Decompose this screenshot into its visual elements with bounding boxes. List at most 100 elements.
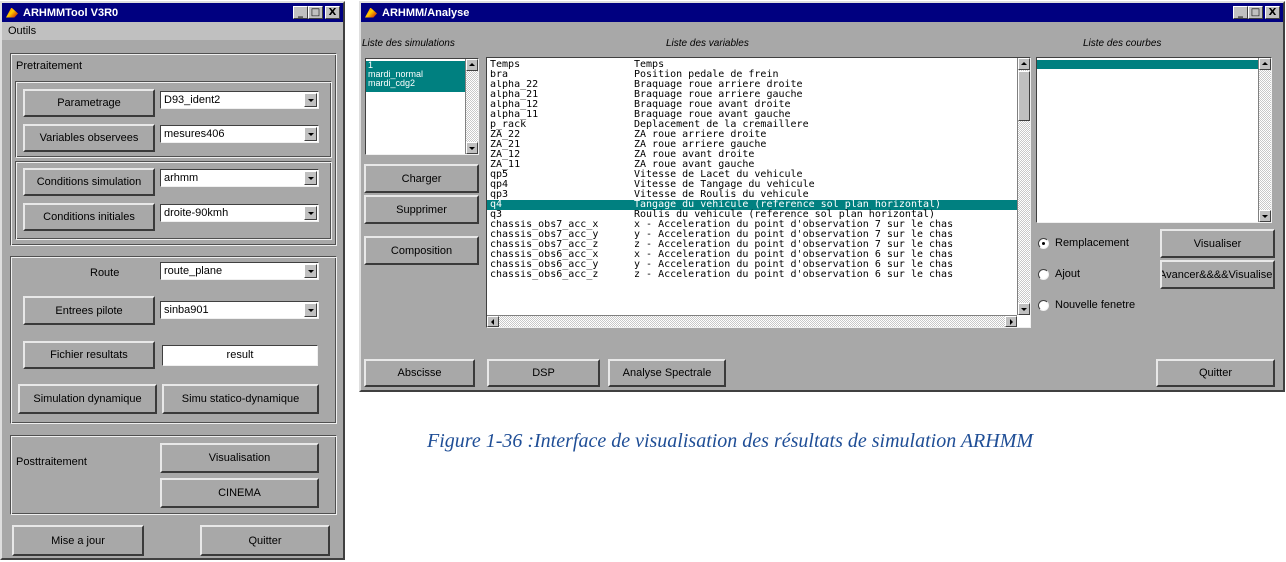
radio-checked-icon[interactable] <box>1038 237 1049 249</box>
close-button[interactable]: X <box>325 6 340 19</box>
mode-remplacement-label: Remplacement <box>1055 237 1129 249</box>
maximize-button[interactable]: □ <box>1248 6 1263 19</box>
list-item-padding <box>366 88 465 92</box>
quitter-button[interactable]: Quitter <box>200 525 330 556</box>
scroll-down-icon[interactable] <box>466 142 478 154</box>
variable-name: ZA_22 <box>490 130 521 140</box>
simu-statico-dynamique-button[interactable]: Simu statico-dynamique <box>162 384 319 414</box>
menu-outils[interactable]: Outils <box>8 25 36 37</box>
radio-unchecked-icon[interactable] <box>1038 268 1049 280</box>
variables-vscrollbar[interactable] <box>1017 58 1030 315</box>
courbes-listbox[interactable] <box>1036 57 1272 223</box>
route-select[interactable]: route_plane <box>160 262 319 280</box>
mise-a-jour-button[interactable]: Mise a jour <box>12 525 144 556</box>
chevron-down-icon[interactable] <box>304 171 317 185</box>
scroll-right-icon[interactable] <box>1005 316 1017 327</box>
courbes-selected-item[interactable] <box>1037 60 1258 69</box>
conditions-initiales-button[interactable]: Conditions initiales <box>23 203 155 231</box>
right-window-title: ARHMM/Analyse <box>382 6 470 19</box>
visualisation-button[interactable]: Visualisation <box>160 443 319 473</box>
simulations-listbox[interactable]: 1 mardi_normal mardi_cdg2 <box>365 58 479 155</box>
arhmmtool-window: ARHMMTool V3R0 _ □ X Outils Pretraitemen… <box>0 1 345 560</box>
right-title-bar[interactable]: ARHMM/Analyse _ □ X <box>361 3 1283 22</box>
variables-observees-value: mesures406 <box>164 128 225 140</box>
mode-ajout[interactable]: Ajout <box>1038 268 1080 280</box>
variable-name: q3 <box>490 210 503 220</box>
composition-button[interactable]: Composition <box>364 236 479 265</box>
scroll-thumb[interactable] <box>1018 71 1030 121</box>
menu-bar: Outils <box>2 22 343 40</box>
variable-name: ZA_21 <box>490 140 521 150</box>
variable-name: chassis_obs6_acc_z <box>490 270 599 280</box>
cinema-button[interactable]: CINEMA <box>160 478 319 508</box>
scroll-left-icon[interactable] <box>487 316 499 327</box>
variables-header: Liste des variables <box>666 38 749 49</box>
chevron-down-icon[interactable] <box>304 264 317 278</box>
chevron-down-icon[interactable] <box>304 127 317 141</box>
quitter-analyse-button[interactable]: Quitter <box>1156 359 1275 387</box>
list-item[interactable]: mardi_cdg2 <box>366 79 465 88</box>
mode-nouvelle-fenetre[interactable]: Nouvelle fenetre <box>1038 299 1135 311</box>
visualiser-button[interactable]: Visualiser <box>1160 229 1275 258</box>
scroll-down-icon[interactable] <box>1018 303 1030 315</box>
supprimer-button[interactable]: Supprimer <box>364 195 479 224</box>
maximize-button[interactable]: □ <box>308 6 323 19</box>
courbes-header: Liste des courbes <box>1083 38 1162 49</box>
variable-row[interactable]: chassis_obs6_acc_z z - Acceleration du po… <box>487 270 1017 280</box>
conditions-simulation-value: arhmm <box>164 172 199 184</box>
conditions-simulation-select[interactable]: arhmm <box>160 169 319 187</box>
route-value: route_plane <box>164 265 223 277</box>
simulation-dynamique-button[interactable]: Simulation dynamique <box>18 384 157 414</box>
radio-unchecked-icon[interactable] <box>1038 299 1049 311</box>
conditions-simulation-button[interactable]: Conditions simulation <box>23 168 155 196</box>
variable-name: alpha_22 <box>490 80 539 90</box>
chevron-down-icon[interactable] <box>304 303 317 317</box>
entrees-pilote-select[interactable]: sinba901 <box>160 301 319 319</box>
left-title-bar[interactable]: ARHMMTool V3R0 _ □ X <box>2 3 343 22</box>
chevron-down-icon[interactable] <box>304 93 317 107</box>
avancer-visualiser-button[interactable]: Avancer&&&&Visualiser <box>1160 260 1275 289</box>
scroll-down-icon[interactable] <box>1259 210 1271 222</box>
variables-hscrollbar[interactable] <box>487 315 1017 327</box>
minimize-button[interactable]: _ <box>293 6 308 19</box>
dsp-button[interactable]: DSP <box>487 359 600 387</box>
courbes-scrollbar[interactable] <box>1258 58 1271 222</box>
variable-name: qp3 <box>490 190 509 200</box>
variable-name: chassis_obs6_acc_x <box>490 250 599 260</box>
left-window-title: ARHMMTool V3R0 <box>23 6 119 19</box>
variable-name: alpha_21 <box>490 90 539 100</box>
charger-button[interactable]: Charger <box>364 164 479 193</box>
scroll-up-icon[interactable] <box>1259 58 1271 70</box>
variable-name: qp5 <box>490 170 509 180</box>
parametrage-select[interactable]: D93_ident2 <box>160 91 319 109</box>
close-button[interactable]: X <box>1265 6 1280 19</box>
mode-remplacement[interactable]: Remplacement <box>1038 237 1129 249</box>
conditions-initiales-select[interactable]: droite-90kmh <box>160 204 319 222</box>
variable-name: q4 <box>490 200 503 210</box>
scroll-up-icon[interactable] <box>1018 58 1030 70</box>
minimize-button[interactable]: _ <box>1233 6 1248 19</box>
fichier-resultats-input[interactable]: result <box>162 345 318 366</box>
variable-name: chassis_obs7_acc_y <box>490 230 599 240</box>
abscisse-button[interactable]: Abscisse <box>364 359 475 387</box>
pretraitement-title: Pretraitement <box>16 60 83 72</box>
route-label: Route <box>90 267 120 279</box>
variable-name: chassis_obs6_acc_y <box>490 260 599 270</box>
figure-caption: Figure 1-36 :Interface de visualisation … <box>427 430 1034 452</box>
fichier-resultats-button[interactable]: Fichier resultats <box>23 341 155 369</box>
parametrage-value: D93_ident2 <box>164 94 221 106</box>
variables-observees-button[interactable]: Variables observees <box>23 124 155 152</box>
variables-observees-select[interactable]: mesures406 <box>160 125 319 143</box>
chevron-down-icon[interactable] <box>304 206 317 220</box>
variable-name: chassis_obs7_acc_z <box>490 240 599 250</box>
entrees-pilote-value: sinba901 <box>164 304 209 316</box>
simulations-scrollbar[interactable] <box>465 59 478 154</box>
analyse-spectrale-button[interactable]: Analyse Spectrale <box>608 359 726 387</box>
parametrage-button[interactable]: Parametrage <box>23 89 155 117</box>
variable-name: qp4 <box>490 180 509 190</box>
scroll-up-icon[interactable] <box>466 59 478 71</box>
variables-listbox[interactable]: Temps Temps bra Position pedale de frein alp… <box>486 57 1031 328</box>
conditions-initiales-value: droite-90kmh <box>164 207 229 219</box>
mode-ajout-label: Ajout <box>1055 268 1081 280</box>
entrees-pilote-button[interactable]: Entrees pilote <box>23 296 155 325</box>
